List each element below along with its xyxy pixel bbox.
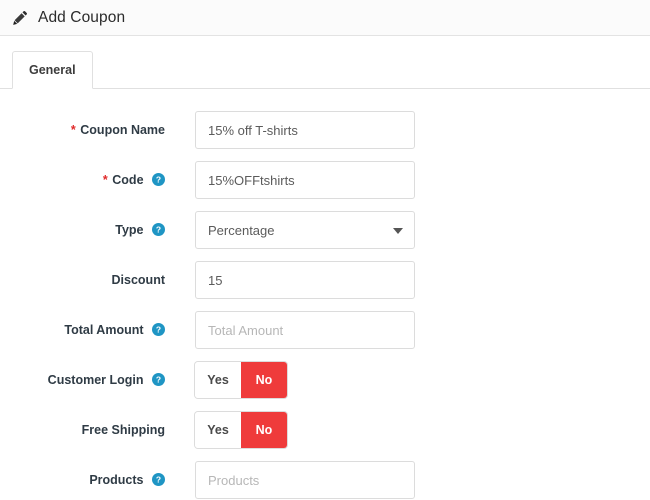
label-total-amount: Total Amount ?: [0, 323, 165, 337]
form-row-total-amount: Total Amount ?: [0, 305, 650, 355]
help-icon[interactable]: ?: [152, 173, 165, 186]
help-icon[interactable]: ?: [152, 373, 165, 386]
type-select-wrap: Percentage: [195, 211, 415, 249]
label-coupon-name: * Coupon Name: [0, 123, 165, 137]
field-products: [165, 461, 650, 499]
label-text: Coupon Name: [80, 123, 165, 137]
label-text: Code: [112, 173, 144, 187]
label-text: Type: [115, 223, 144, 237]
field-discount: [165, 261, 650, 299]
label-text: Products: [89, 473, 144, 487]
label-text: Free Shipping: [81, 423, 165, 437]
field-type: Percentage: [165, 211, 650, 249]
label-text: Discount: [111, 273, 165, 287]
type-select[interactable]: Percentage: [195, 211, 415, 249]
required-marker: *: [102, 173, 108, 187]
tab-general[interactable]: General: [12, 51, 93, 89]
field-customer-login: Yes No: [165, 362, 650, 398]
customer-login-toggle: Yes No: [195, 362, 287, 398]
form-row-free-shipping: Free Shipping Yes No: [0, 405, 650, 455]
free-shipping-yes-button[interactable]: Yes: [195, 412, 241, 448]
help-icon[interactable]: ?: [152, 473, 165, 486]
form-row-customer-login: Customer Login ? Yes No: [0, 355, 650, 405]
coupon-name-input[interactable]: [195, 111, 415, 149]
field-free-shipping: Yes No: [165, 412, 650, 448]
form-row-coupon-name: * Coupon Name: [0, 105, 650, 155]
code-input[interactable]: [195, 161, 415, 199]
label-text: Total Amount: [64, 323, 144, 337]
type-select-value: Percentage: [208, 222, 275, 238]
form-row-type: Type ? Percentage: [0, 205, 650, 255]
page-title: Add Coupon: [38, 8, 126, 26]
label-products: Products ?: [0, 473, 165, 487]
free-shipping-no-button[interactable]: No: [241, 412, 287, 448]
field-total-amount: [165, 311, 650, 349]
label-free-shipping: Free Shipping: [0, 423, 165, 437]
label-discount: Discount: [0, 273, 165, 287]
help-icon[interactable]: ?: [152, 323, 165, 336]
discount-input[interactable]: [195, 261, 415, 299]
tab-strip: General: [0, 51, 650, 89]
products-input[interactable]: [195, 461, 415, 499]
pencil-icon: [12, 10, 28, 26]
svg-text:?: ?: [156, 175, 161, 185]
label-type: Type ?: [0, 223, 165, 237]
svg-text:?: ?: [156, 325, 161, 335]
form-row-products: Products ?: [0, 455, 650, 500]
label-customer-login: Customer Login ?: [0, 373, 165, 387]
svg-text:?: ?: [156, 225, 161, 235]
svg-text:?: ?: [156, 375, 161, 385]
form-row-discount: Discount: [0, 255, 650, 305]
label-code: * Code ?: [0, 173, 165, 187]
form-row-code: * Code ?: [0, 155, 650, 205]
svg-text:?: ?: [156, 475, 161, 485]
customer-login-no-button[interactable]: No: [241, 362, 287, 398]
page-header: Add Coupon: [0, 0, 650, 36]
tab-general-label: General: [29, 63, 76, 77]
customer-login-yes-button[interactable]: Yes: [195, 362, 241, 398]
label-text: Customer Login: [47, 373, 144, 387]
help-icon[interactable]: ?: [152, 223, 165, 236]
total-amount-input[interactable]: [195, 311, 415, 349]
free-shipping-toggle: Yes No: [195, 412, 287, 448]
required-marker: *: [70, 123, 76, 137]
coupon-form: * Coupon Name * Code ? Type ?: [0, 89, 650, 500]
field-code: [165, 161, 650, 199]
field-coupon-name: [165, 111, 650, 149]
